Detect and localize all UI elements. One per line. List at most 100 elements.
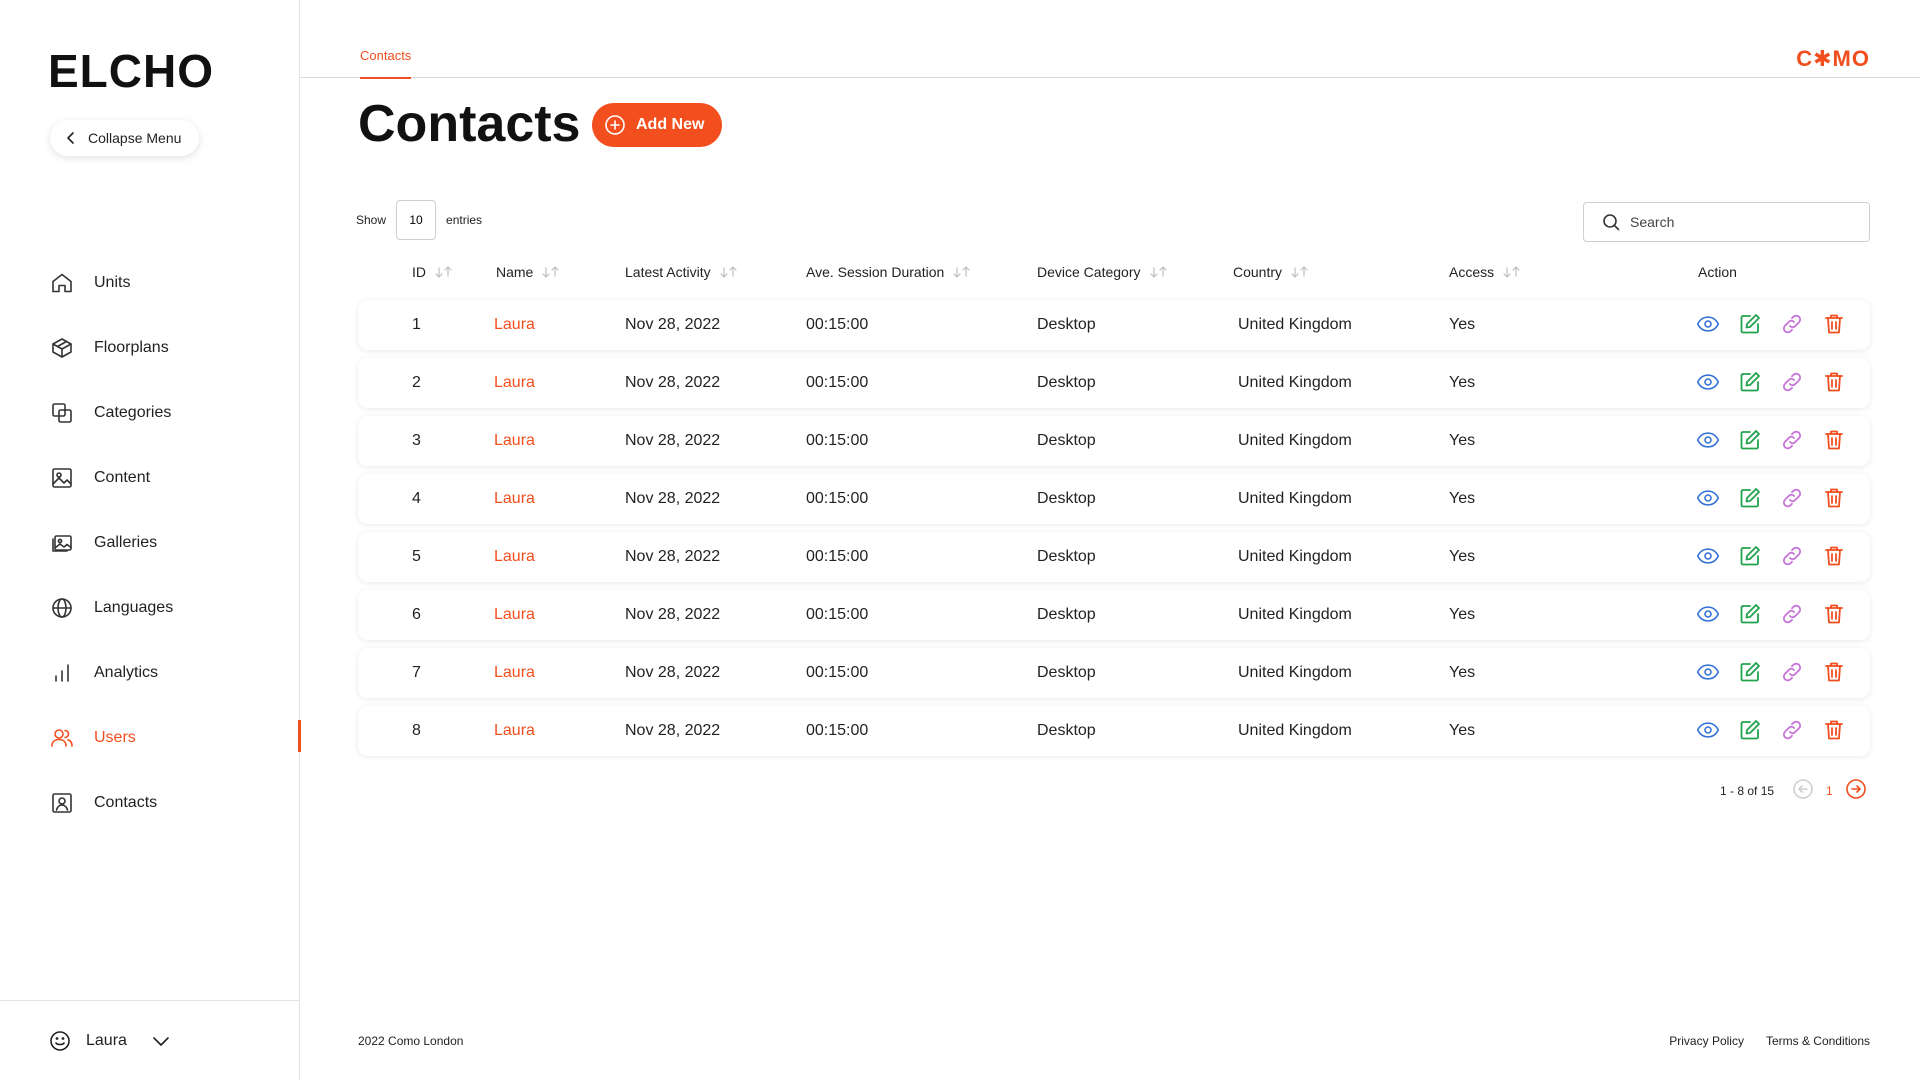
cell-name[interactable]: Laura <box>494 432 535 450</box>
search-input[interactable] <box>1630 214 1850 230</box>
entries-input[interactable] <box>396 200 437 240</box>
next-page-button[interactable] <box>1845 778 1867 803</box>
cell-access: Yes <box>1449 722 1476 739</box>
copy-icon <box>52 402 72 423</box>
edit-button[interactable] <box>1738 312 1762 336</box>
eye-icon <box>1696 432 1720 448</box>
cell-name[interactable]: Laura <box>494 490 535 508</box>
column-header-country[interactable]: Country <box>1233 264 1310 280</box>
cell-name[interactable]: Laura <box>494 664 535 682</box>
view-button[interactable] <box>1696 428 1720 452</box>
sidebar-item-categories[interactable]: Categories <box>0 380 300 445</box>
view-button[interactable] <box>1696 544 1720 568</box>
delete-button[interactable] <box>1822 660 1846 684</box>
edit-button[interactable] <box>1738 370 1762 394</box>
link-button[interactable] <box>1780 602 1804 626</box>
sidebar-item-content[interactable]: Content <box>0 445 300 510</box>
eye-icon <box>1696 374 1720 390</box>
user-menu[interactable]: Laura <box>0 1000 300 1080</box>
cell-device: Desktop <box>1037 548 1096 565</box>
edit-button[interactable] <box>1738 718 1762 742</box>
link-button[interactable] <box>1780 486 1804 510</box>
copyright: 2022 Como London <box>358 1034 464 1048</box>
sidebar-item-analytics[interactable]: Analytics <box>0 640 300 705</box>
search-icon <box>1603 214 1620 231</box>
cell-activity: Nov 28, 2022 <box>625 664 721 681</box>
column-header-device-category[interactable]: Device Category <box>1037 264 1169 280</box>
app-logo: ELCHO <box>48 45 214 97</box>
edit-button[interactable] <box>1738 428 1762 452</box>
delete-button[interactable] <box>1822 312 1846 336</box>
link-button[interactable] <box>1780 544 1804 568</box>
cell-access: Yes <box>1449 664 1476 681</box>
link-button[interactable] <box>1780 370 1804 394</box>
link-button[interactable] <box>1780 718 1804 742</box>
cell-name[interactable]: Laura <box>494 316 535 334</box>
sidebar-item-contacts[interactable]: Contacts <box>0 770 300 835</box>
eye-icon <box>1696 664 1720 680</box>
edit-icon <box>1740 546 1760 566</box>
cell-name[interactable]: Laura <box>494 374 535 392</box>
view-button[interactable] <box>1696 370 1720 394</box>
view-button[interactable] <box>1696 718 1720 742</box>
page-number[interactable]: 1 <box>1826 784 1833 798</box>
delete-button[interactable] <box>1822 718 1846 742</box>
eye-icon <box>1696 316 1720 332</box>
pagination-range: 1 - 8 of 15 <box>1720 783 1775 798</box>
collapse-menu-button[interactable]: Collapse Menu <box>50 120 200 156</box>
terms-link[interactable]: Terms & Conditions <box>1766 1034 1870 1048</box>
cell-name[interactable]: Laura <box>494 548 535 566</box>
delete-button[interactable] <box>1822 428 1846 452</box>
edit-button[interactable] <box>1738 486 1762 510</box>
sidebar-item-floorplans[interactable]: Floorplans <box>0 315 300 380</box>
cell-id: 8 <box>412 722 421 739</box>
column-header-latest-activity[interactable]: Latest Activity <box>625 264 739 280</box>
cell-access: Yes <box>1449 432 1476 449</box>
delete-button[interactable] <box>1822 486 1846 510</box>
sort-icon <box>542 266 559 278</box>
view-button[interactable] <box>1696 660 1720 684</box>
sidebar-item-users[interactable]: Users <box>0 705 301 770</box>
view-button[interactable] <box>1696 602 1720 626</box>
edit-button[interactable] <box>1738 660 1762 684</box>
chevron-left-icon <box>67 132 74 144</box>
cell-id: 1 <box>412 316 421 333</box>
column-header-access[interactable]: Access <box>1449 264 1522 280</box>
cell-country: United Kingdom <box>1238 490 1352 507</box>
link-button[interactable] <box>1780 312 1804 336</box>
edit-button[interactable] <box>1738 544 1762 568</box>
edit-button[interactable] <box>1738 602 1762 626</box>
entries-control: Show entries <box>356 200 482 240</box>
delete-button[interactable] <box>1822 544 1846 568</box>
cell-country: United Kingdom <box>1238 606 1352 623</box>
column-header-session-duration[interactable]: Ave. Session Duration <box>806 264 972 280</box>
cell-name[interactable]: Laura <box>494 722 535 740</box>
previous-page-button[interactable] <box>1792 778 1814 803</box>
sidebar-item-label: Categories <box>94 403 172 421</box>
sidebar-item-galleries[interactable]: Galleries <box>0 510 300 575</box>
sidebar-item-languages[interactable]: Languages <box>0 575 300 640</box>
view-button[interactable] <box>1696 486 1720 510</box>
privacy-policy-link[interactable]: Privacy Policy <box>1669 1034 1744 1048</box>
page-title: Contacts <box>358 95 581 153</box>
delete-button[interactable] <box>1822 602 1846 626</box>
sort-icon <box>1503 266 1520 278</box>
column-header-id[interactable]: ID <box>412 264 454 280</box>
sidebar-item-units[interactable]: Units <box>0 250 300 315</box>
link-icon <box>1782 604 1802 624</box>
sidebar-item-label: Languages <box>94 598 174 616</box>
search-box[interactable] <box>1583 202 1870 242</box>
column-header-name[interactable]: Name <box>496 264 561 280</box>
table-body: 1 Laura Nov 28, 2022 00:15:00 Desktop United … <box>358 300 1870 764</box>
link-button[interactable] <box>1780 428 1804 452</box>
edit-icon <box>1740 488 1760 508</box>
sidebar-item-label: Contacts <box>94 793 158 811</box>
add-new-button[interactable]: Add New <box>592 103 723 147</box>
delete-button[interactable] <box>1822 370 1846 394</box>
cell-country: United Kingdom <box>1238 374 1352 391</box>
view-button[interactable] <box>1696 312 1720 336</box>
link-button[interactable] <box>1780 660 1804 684</box>
cell-name[interactable]: Laura <box>494 606 535 624</box>
sort-icon <box>1291 266 1308 278</box>
tab-contacts[interactable]: Contacts <box>360 48 412 79</box>
